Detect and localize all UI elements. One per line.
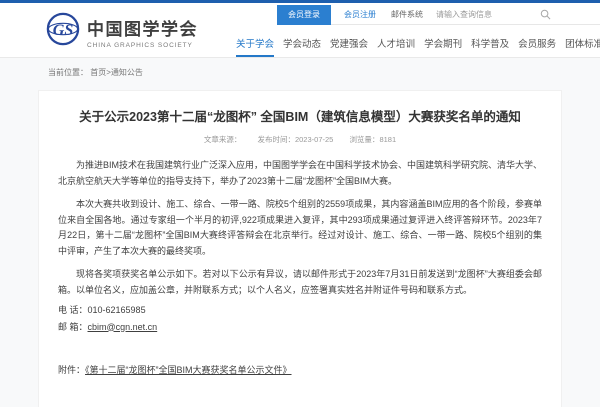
article-paragraph-1: 为推进BIM技术在我国建筑行业广泛深入应用，中国图学学会在中国科学技术协会、中国… [58, 158, 542, 189]
nav-society-journal[interactable]: 学会期刊 [424, 36, 462, 57]
nav-about-society[interactable]: 关于学会 [236, 36, 274, 57]
nav-society-news[interactable]: 学会动态 [283, 36, 321, 57]
phone-number: 010-62165985 [88, 305, 146, 315]
attachment-link[interactable]: 《第十二届“龙图杯”全国BIM大赛获奖名单公示文件》 [85, 365, 292, 375]
meta-view-count: 浏览量：8181 [349, 135, 396, 144]
search-icon[interactable] [540, 9, 551, 20]
nav-member-services[interactable]: 会员服务 [518, 36, 556, 57]
breadcrumb-prefix: 当前位置： [48, 68, 88, 77]
site-name-en: CHINA GRAPHICS SOCIETY [87, 42, 198, 49]
article-title: 关于公示2023第十二届“龙图杯” 全国BIM（建筑信息模型）大赛获奖名单的通知 [58, 106, 542, 125]
article-meta: 文章来源： 发布时间：2023-07-25 浏览量：8181 [58, 134, 542, 145]
mail-system-link[interactable]: 邮件系统 [391, 9, 423, 20]
nav-group-standards[interactable]: 团体标准 [565, 36, 600, 57]
site-name-cn: 中国图学学会 [87, 15, 198, 40]
article-card: 关于公示2023第十二届“龙图杯” 全国BIM（建筑信息模型）大赛获奖名单的通知… [38, 90, 562, 407]
email-link[interactable]: cbim@cgn.net.cn [88, 322, 158, 332]
breadcrumb-current: 通知公告 [111, 68, 143, 77]
meta-source-label: 文章来源： [204, 135, 242, 144]
attachment-row: 附件：《第十二届“龙图杯”全国BIM大赛获奖名单公示文件》 [58, 363, 542, 376]
search-input[interactable] [436, 10, 536, 19]
nav-science-popularization[interactable]: 科学普及 [471, 36, 509, 57]
svg-text:GS: GS [53, 22, 74, 39]
breadcrumb: 当前位置： 首页>通知公告 [0, 58, 600, 78]
breadcrumb-home[interactable]: 首页 [90, 68, 106, 77]
nav-party-building[interactable]: 党建强会 [330, 36, 368, 57]
contact-email: 邮 箱：cbim@cgn.net.cn [58, 320, 542, 336]
nav-talent-training[interactable]: 人才培训 [377, 36, 415, 57]
site-logo[interactable]: GS 中国图学学会 CHINA GRAPHICS SOCIETY [46, 12, 198, 51]
meta-publish-date: 发布时间：2023-07-25 [257, 135, 333, 144]
main-nav: 关于学会 学会动态 党建强会 人才培训 学会期刊 科学普及 会员服务 团体标准 … [236, 36, 600, 57]
member-register-link[interactable]: 会员注册 [344, 9, 376, 20]
article-paragraph-3: 现将各奖项获奖名单公示如下。若对以下公示有异议，请以邮件形式于2023年7月31… [58, 267, 542, 298]
society-emblem-icon: GS [46, 12, 80, 51]
site-header: GS 中国图学学会 CHINA GRAPHICS SOCIETY 会员登录 会员… [0, 3, 600, 58]
member-login-button[interactable]: 会员登录 [277, 5, 331, 25]
utility-bar: 会员登录 会员注册 邮件系统 [277, 5, 600, 25]
page-body: 当前位置： 首页>通知公告 关于公示2023第十二届“龙图杯” 全国BIM（建筑… [0, 58, 600, 407]
article-paragraph-2: 本次大赛共收到设计、施工、综合、一带一路、院校5个组别的2559项成果，其内容涵… [58, 197, 542, 259]
contact-phone: 电 话：010-62165985 [58, 303, 542, 319]
